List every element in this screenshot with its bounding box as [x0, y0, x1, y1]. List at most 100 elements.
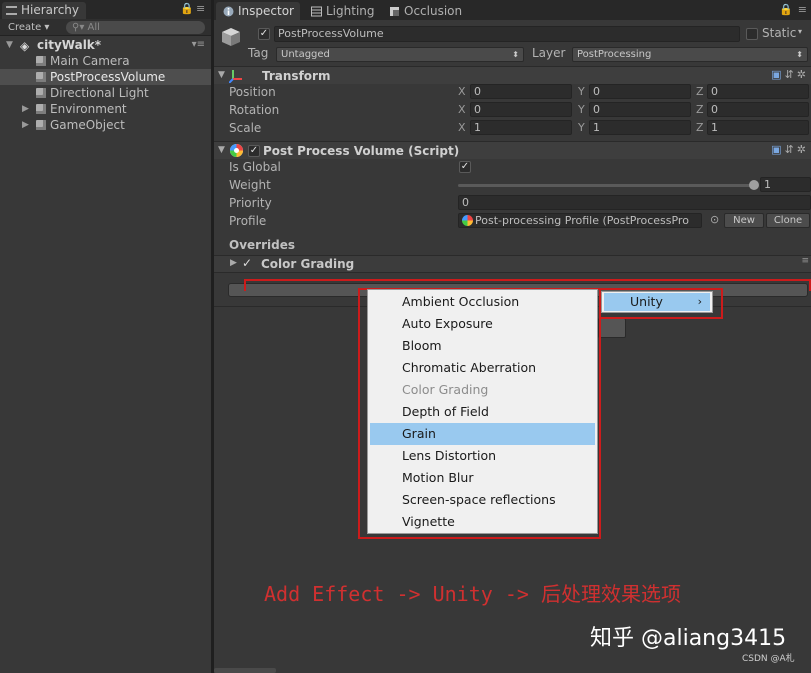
gameobject-icon [36, 120, 46, 130]
weight-field[interactable]: 1 [760, 177, 811, 192]
x-axis-label: X [458, 103, 466, 116]
search-input[interactable]: ⚲▾ All [66, 21, 205, 34]
preset-icon[interactable]: ⇵ [785, 68, 797, 81]
weight-row: Weight 1 [214, 176, 811, 194]
panel-menu-icon[interactable]: ≡ [798, 3, 807, 16]
overrides-label: Overrides [229, 238, 295, 252]
rotation-x-field[interactable]: 0 [470, 102, 572, 117]
new-button[interactable]: New [724, 213, 764, 228]
list-item[interactable]: ▶ Environment [0, 101, 211, 117]
menu-item[interactable]: Lens Distortion [370, 445, 595, 467]
transform-header[interactable]: ▼ Transform ▣⇵✲ [214, 66, 811, 84]
list-item[interactable]: Directional Light [0, 85, 211, 101]
profile-label: Profile [229, 214, 267, 228]
position-z-field[interactable]: 0 [707, 84, 809, 99]
panel-menu-icon[interactable]: ≡ [196, 2, 205, 15]
weight-label: Weight [229, 178, 271, 192]
priority-field[interactable]: 0 [458, 195, 811, 210]
is-global-label: Is Global [229, 160, 281, 174]
scale-x-field[interactable]: 1 [470, 120, 572, 135]
menu-item[interactable]: Depth of Field [370, 401, 595, 423]
z-axis-label: Z [696, 103, 704, 116]
component-tools: ▣⇵✲ [771, 143, 809, 156]
menu-item[interactable]: Bloom [370, 335, 595, 357]
scale-z-field[interactable]: 1 [707, 120, 809, 135]
tag-label: Tag [248, 46, 269, 60]
tab-lighting[interactable]: Lighting [304, 2, 382, 20]
static-dropdown-icon[interactable]: ▾ [798, 27, 802, 36]
list-item[interactable]: PostProcessVolume [0, 69, 211, 85]
expand-arrow-icon[interactable]: ▼ [6, 37, 13, 53]
ppv-header[interactable]: ▼ ✓ Post Process Volume (Script) ▣⇵✲ [214, 141, 811, 159]
y-axis-label: Y [578, 85, 585, 98]
is-global-checkbox[interactable]: ✓ [459, 161, 471, 173]
unity-submenu: Unity › [601, 291, 713, 313]
static-checkbox[interactable] [746, 28, 758, 40]
weight-slider-track[interactable] [458, 184, 754, 187]
weight-slider-thumb[interactable] [749, 180, 759, 190]
help-icon[interactable]: ▣ [771, 143, 784, 156]
y-axis-label: Y [578, 121, 585, 134]
layer-dropdown[interactable]: PostProcessing ⬍ [572, 47, 808, 62]
active-checkbox[interactable]: ✓ [258, 28, 270, 40]
lock-icon[interactable]: 🔒 [180, 2, 194, 15]
is-global-row: Is Global ✓ [214, 158, 811, 176]
menu-item[interactable]: Grain [370, 423, 595, 445]
static-label: Static [762, 26, 797, 40]
gear-icon[interactable]: ✲ [797, 68, 809, 81]
menu-item[interactable]: Motion Blur [370, 467, 595, 489]
expand-arrow-icon[interactable]: ▶ [22, 101, 29, 117]
fold-arrow-icon[interactable]: ▼ [218, 145, 225, 155]
profile-field[interactable]: Post-processing Profile (PostProcessPro [458, 213, 702, 228]
hierarchy-tab[interactable]: Hierarchy [2, 2, 86, 19]
rotation-z-field[interactable]: 0 [707, 102, 809, 117]
z-axis-label: Z [696, 121, 704, 134]
y-axis-label: Y [578, 103, 585, 116]
ppv-enabled-checkbox[interactable]: ✓ [248, 145, 260, 157]
transform-axes-icon [229, 70, 242, 83]
preset-icon[interactable]: ⇵ [785, 143, 797, 156]
tab-occlusion[interactable]: Occlusion [382, 2, 472, 20]
horizontal-scrollbar[interactable] [214, 668, 276, 673]
menu-item[interactable]: Auto Exposure [370, 313, 595, 335]
add-component-button[interactable] [598, 318, 626, 338]
menu-item[interactable]: Ambient Occlusion [370, 291, 595, 313]
unity-scene-icon: ◈ [20, 39, 30, 53]
hierarchy-panel: Hierarchy 🔒 ≡ Create ▾ ⚲▾ All ▼ ◈ cityWa… [0, 0, 211, 673]
scale-y-field[interactable]: 1 [589, 120, 691, 135]
dropdown-arrow-icon: ⬍ [512, 50, 519, 59]
gear-icon[interactable]: ✲ [797, 143, 809, 156]
menu-item[interactable]: Screen-space reflections [370, 489, 595, 511]
scene-menu-icon[interactable]: ▾≡ [192, 37, 205, 53]
help-icon[interactable]: ▣ [771, 68, 784, 81]
position-y-field[interactable]: 0 [589, 84, 691, 99]
watermark-small: CSDN @A札 [742, 654, 795, 664]
override-menu-icon[interactable]: ≡ [801, 256, 809, 266]
fold-arrow-icon[interactable]: ▼ [218, 70, 225, 80]
color-grading-checkbox[interactable]: ✓ [242, 256, 252, 270]
list-icon [6, 6, 17, 15]
menu-item-unity[interactable]: Unity › [604, 293, 710, 311]
object-picker-icon[interactable]: ⊙ [710, 213, 719, 226]
scene-row[interactable]: ▼ ◈ cityWalk* ▾≡ [0, 37, 211, 53]
create-button[interactable]: Create ▾ [4, 21, 53, 34]
list-item[interactable]: ▶ GameObject [0, 117, 211, 133]
position-x-field[interactable]: 0 [470, 84, 572, 99]
tab-inspector[interactable]: Inspector [216, 2, 300, 20]
watermark: 知乎 @aliang3415 [590, 626, 787, 651]
rotation-y-field[interactable]: 0 [589, 102, 691, 117]
list-item-label: Main Camera [50, 54, 130, 68]
gameobject-cube-icon [222, 28, 240, 46]
lock-icon[interactable]: 🔒 [779, 3, 793, 16]
menu-item[interactable]: Chromatic Aberration [370, 357, 595, 379]
color-grading-override[interactable]: ▶ ✓ Color Grading ≡ [214, 255, 811, 273]
list-item[interactable]: Main Camera [0, 53, 211, 69]
object-name-field[interactable]: PostProcessVolume [274, 26, 740, 42]
expand-arrow-icon[interactable]: ▶ [22, 117, 29, 133]
inspector-tab-bar: Inspector Lighting Occlusion 🔒 ≡ [214, 0, 811, 20]
clone-button[interactable]: Clone [766, 213, 810, 228]
menu-item[interactable]: Vignette [370, 511, 595, 533]
tag-dropdown[interactable]: Untagged ⬍ [276, 47, 524, 62]
expand-arrow-icon[interactable]: ▶ [230, 258, 237, 268]
gameobject-icon [36, 72, 46, 82]
